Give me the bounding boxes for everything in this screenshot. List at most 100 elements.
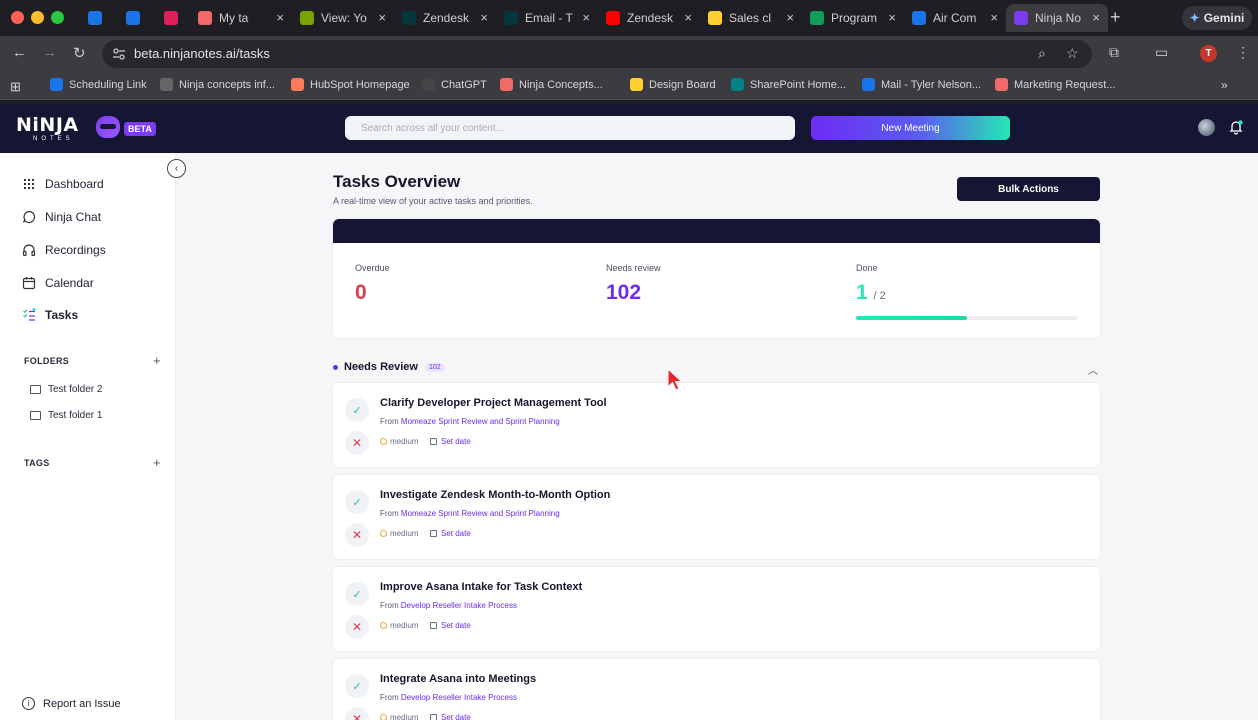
folder-item[interactable]: Test folder 1	[30, 410, 102, 421]
address-bar[interactable]: beta.ninjanotes.ai/tasks ⌕ ☆	[102, 40, 1092, 68]
tab-search-icon[interactable]: ▭	[1155, 44, 1168, 61]
close-tab-icon[interactable]: ×	[1092, 10, 1100, 25]
close-tab-icon[interactable]: ×	[990, 10, 998, 25]
sidebar-item-calendar[interactable]: Calendar	[22, 276, 94, 290]
bulk-actions-button[interactable]: Bulk Actions	[957, 177, 1100, 201]
ninja-logo[interactable]: NiNJA	[16, 114, 79, 136]
bell-icon[interactable]	[1228, 119, 1244, 135]
reload-icon[interactable]: ↻	[73, 44, 86, 62]
gemini-button[interactable]: ✦ Gemini	[1182, 6, 1252, 30]
approve-task-button[interactable]: ✓	[345, 490, 369, 514]
browser-tab[interactable]	[114, 4, 152, 32]
source-meeting-link[interactable]: Develop Reseller Intake Process	[401, 601, 517, 610]
reject-task-button[interactable]: ✕	[345, 431, 369, 455]
close-tab-icon[interactable]: ×	[684, 10, 692, 25]
source-meeting-link[interactable]: Develop Reseller Intake Process	[401, 693, 517, 702]
source-meeting-link[interactable]: Momeaze Sprint Review and Sprint Plannin…	[401, 509, 560, 518]
collapse-sidebar-button[interactable]: ‹	[167, 159, 186, 178]
bookmark-item[interactable]: Marketing Request...	[995, 78, 1116, 91]
set-date-button[interactable]: Set date	[430, 437, 471, 446]
priority-selector[interactable]: medium	[380, 713, 418, 720]
zoom-icon[interactable]: ⌕	[1038, 45, 1046, 62]
site-settings-icon[interactable]	[112, 47, 126, 61]
extensions-icon[interactable]: ⧉	[1109, 44, 1119, 61]
bookmark-item[interactable]: Ninja concepts inf...	[160, 78, 275, 91]
close-tab-icon[interactable]: ×	[480, 10, 488, 25]
browser-tab[interactable]: View: Yo ×	[292, 4, 394, 32]
source-meeting-link[interactable]: Momeaze Sprint Review and Sprint Plannin…	[401, 417, 560, 426]
bookmark-item[interactable]: Scheduling Link	[50, 78, 147, 91]
task-card[interactable]: ✓ ✕ Improve Asana Intake for Task Context F…	[333, 567, 1100, 651]
approve-task-button[interactable]: ✓	[345, 398, 369, 422]
more-menu-icon[interactable]: ⋮	[1236, 44, 1250, 61]
close-window-button[interactable]	[11, 11, 24, 24]
close-tab-icon[interactable]: ×	[378, 10, 386, 25]
reject-task-button[interactable]: ✕	[345, 615, 369, 639]
task-title[interactable]: Clarify Developer Project Management Too…	[380, 397, 607, 409]
global-search-input[interactable]	[345, 116, 795, 140]
task-card[interactable]: ✓ ✕ Investigate Zendesk Month-to-Month Opt…	[333, 475, 1100, 559]
browser-tab[interactable]: Zendesk ×	[598, 4, 700, 32]
close-tab-icon[interactable]: ×	[888, 10, 896, 25]
sidebar-item-ninja-chat[interactable]: Ninja Chat	[22, 210, 101, 224]
task-card[interactable]: ✓ ✕ Clarify Developer Project Management T…	[333, 383, 1100, 467]
browser-tab[interactable]	[76, 4, 114, 32]
browser-tab[interactable]: Zendesk ×	[394, 4, 496, 32]
bookmark-item[interactable]: Mail - Tyler Nelson...	[862, 78, 981, 91]
done-total: / 2	[873, 290, 886, 302]
bookmark-star-icon[interactable]: ☆	[1066, 45, 1079, 62]
browser-tab[interactable]: Air Com ×	[904, 4, 1006, 32]
more-bookmarks-icon[interactable]: »	[1221, 78, 1228, 92]
back-icon[interactable]: ←	[12, 44, 27, 61]
maximize-window-button[interactable]	[51, 11, 64, 24]
priority-selector[interactable]: medium	[380, 621, 418, 630]
new-tab-button[interactable]: +	[1110, 7, 1121, 28]
reject-task-button[interactable]: ✕	[345, 523, 369, 547]
chat-icon	[22, 210, 36, 224]
priority-selector[interactable]: medium	[380, 437, 418, 446]
folder-item[interactable]: Test folder 2	[30, 384, 102, 395]
browser-tab[interactable]: Program ×	[802, 4, 904, 32]
user-avatar[interactable]	[1198, 119, 1215, 136]
task-title[interactable]: Improve Asana Intake for Task Context	[380, 581, 582, 593]
browser-tab[interactable]	[152, 4, 190, 32]
forward-icon[interactable]: →	[42, 44, 57, 61]
info-icon: i	[22, 697, 35, 710]
apps-grid-icon[interactable]: ⊞	[10, 79, 21, 95]
bookmark-item[interactable]: Ninja Concepts...	[500, 78, 603, 91]
needs-review-group-header[interactable]: Needs Review 102	[333, 361, 445, 373]
approve-task-button[interactable]: ✓	[345, 674, 369, 698]
task-title[interactable]: Integrate Asana into Meetings	[380, 673, 536, 685]
browser-tab[interactable]: Sales cl ×	[700, 4, 802, 32]
set-date-button[interactable]: Set date	[430, 713, 471, 720]
reject-task-button[interactable]: ✕	[345, 707, 369, 720]
set-date-button[interactable]: Set date	[430, 621, 471, 630]
report-issue-link[interactable]: i Report an Issue	[22, 697, 121, 710]
bookmark-item[interactable]: Design Board	[630, 78, 716, 91]
browser-tab[interactable]: Email - T ×	[496, 4, 598, 32]
bookmark-item[interactable]: SharePoint Home...	[731, 78, 846, 91]
sidebar-item-tasks[interactable]: Tasks	[22, 308, 78, 322]
minimize-window-button[interactable]	[31, 11, 44, 24]
approve-task-button[interactable]: ✓	[345, 582, 369, 606]
close-tab-icon[interactable]: ×	[582, 10, 590, 25]
chevron-up-icon[interactable]: ︿	[1088, 362, 1098, 377]
add-folder-button[interactable]: +	[153, 353, 161, 368]
set-date-button[interactable]: Set date	[430, 529, 471, 538]
task-title[interactable]: Investigate Zendesk Month-to-Month Optio…	[380, 489, 610, 501]
close-tab-icon[interactable]: ×	[786, 10, 794, 25]
bookmark-item[interactable]: ChatGPT	[422, 78, 487, 91]
close-icon: ✕	[351, 712, 363, 720]
sidebar-item-recordings[interactable]: Recordings	[22, 243, 106, 257]
browser-tab[interactable]: Ninja No ×	[1006, 4, 1108, 32]
task-card[interactable]: ✓ ✕ Integrate Asana into Meetings From Deve…	[333, 659, 1100, 720]
new-meeting-button[interactable]: New Meeting	[811, 116, 1010, 140]
calendar-icon	[430, 714, 437, 720]
sidebar-item-dashboard[interactable]: Dashboard	[22, 177, 104, 191]
profile-avatar[interactable]: T	[1200, 45, 1217, 62]
close-tab-icon[interactable]: ×	[276, 10, 284, 25]
add-tag-button[interactable]: +	[153, 455, 161, 470]
priority-selector[interactable]: medium	[380, 529, 418, 538]
bookmark-item[interactable]: HubSpot Homepage	[291, 78, 410, 91]
browser-tab[interactable]: My ta ×	[190, 4, 292, 32]
